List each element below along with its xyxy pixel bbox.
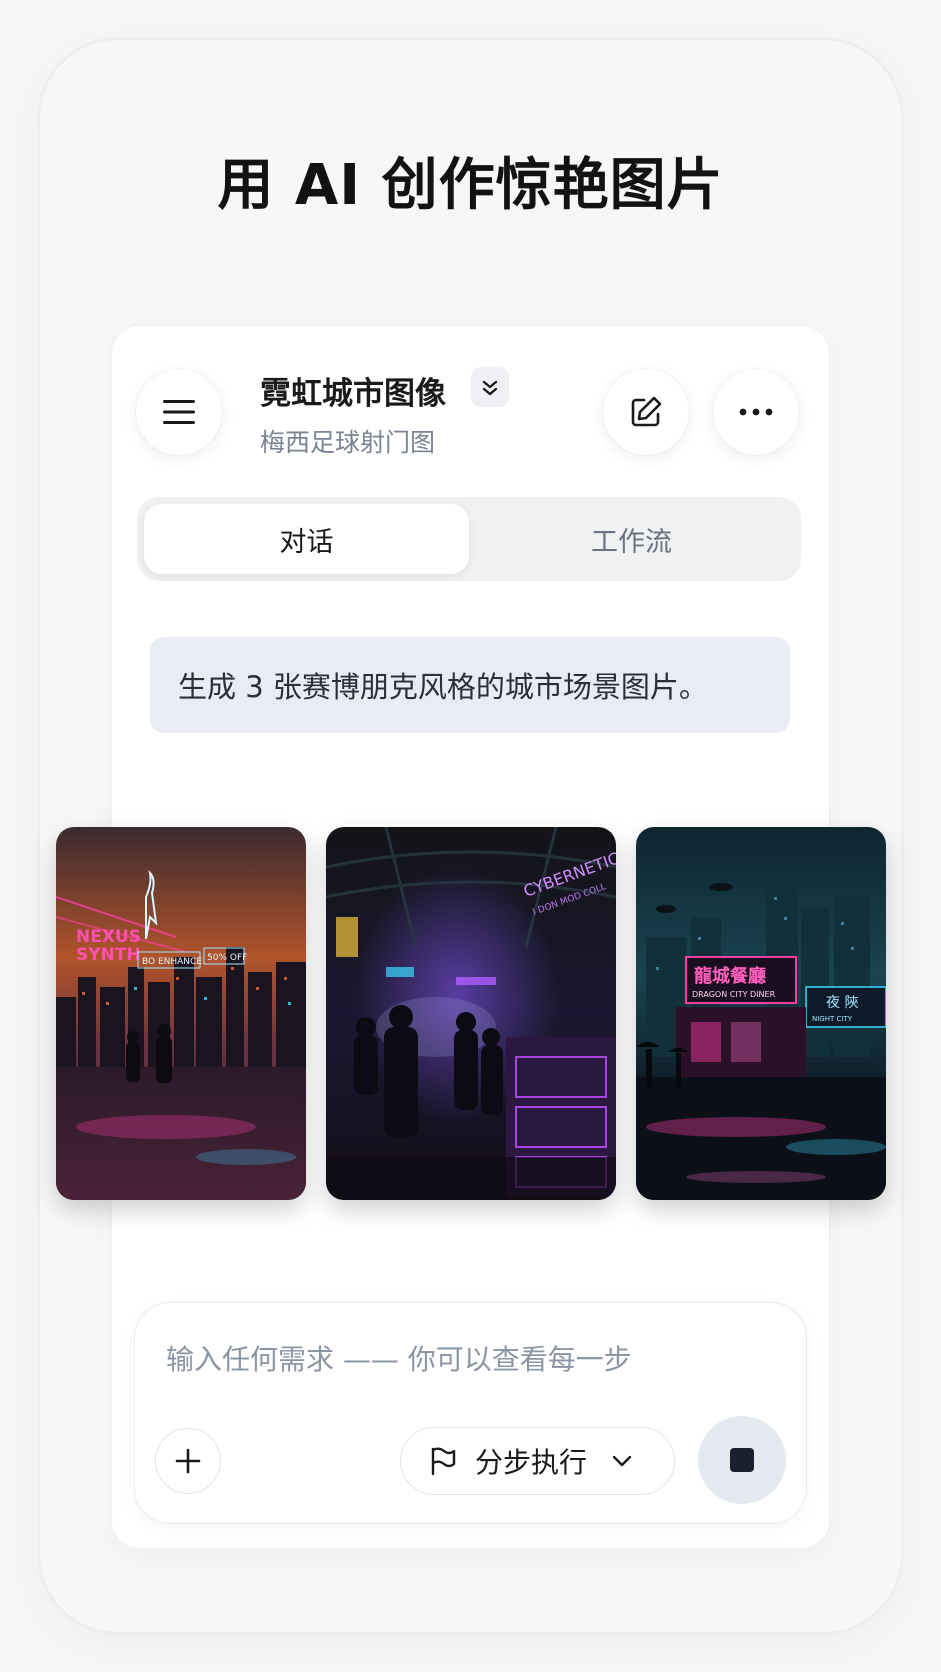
conversation-title[interactable]: 霓虹城市图像 (260, 368, 446, 413)
more-icon (739, 408, 773, 416)
svg-text:NEXUS: NEXUS (76, 927, 141, 947)
svg-text:50% OFF: 50% OFF (207, 953, 247, 963)
plus-icon (175, 1448, 201, 1474)
edit-button[interactable] (603, 369, 689, 455)
prompt-input[interactable] (164, 1336, 764, 1382)
generated-image-2[interactable]: CYBERNETICS I DON MOD COLL (326, 827, 616, 1200)
tab-workflow[interactable]: 工作流 (469, 504, 794, 574)
add-attachment-button[interactable] (155, 1428, 221, 1494)
menu-button[interactable] (136, 369, 222, 455)
edit-icon (631, 396, 662, 427)
svg-text:龍城餐廳: 龍城餐廳 (694, 965, 766, 987)
execution-mode-label: 分步执行 (475, 1446, 588, 1479)
stop-icon (730, 1448, 754, 1472)
svg-text:DRAGON CITY DINER: DRAGON CITY DINER (692, 990, 776, 999)
chevron-updown-icon (482, 380, 498, 396)
more-options-button[interactable] (713, 369, 799, 455)
conversation-subtitle: 梅西足球射门图 (260, 428, 436, 457)
menu-icon (163, 400, 195, 424)
mode-tabs: 对话 工作流 (137, 497, 801, 581)
execution-mode-select[interactable]: 分步执行 (400, 1427, 675, 1495)
title-dropdown-button[interactable] (471, 367, 509, 407)
stop-button[interactable] (698, 1416, 786, 1504)
flag-icon (431, 1447, 456, 1476)
svg-text:SYNTH: SYNTH (76, 945, 141, 965)
generated-image-3[interactable]: 龍城餐廳 DRAGON CITY DINER 夜 陝 NIGHT CITY (636, 827, 886, 1200)
tab-chat[interactable]: 对话 (144, 504, 469, 574)
user-message-bubble: 生成 3 张赛博朋克风格的城市场景图片。 (150, 637, 790, 733)
svg-text:夜 陝: 夜 陝 (826, 995, 858, 1011)
svg-text:BO ENHANCE: BO ENHANCE (142, 957, 202, 967)
hero-title: 用 AI 创作惊艳图片 (217, 153, 724, 218)
generated-image-1[interactable]: NEXUS SYNTH BO ENHANCE 50% OFF (56, 827, 306, 1200)
svg-text:NIGHT CITY: NIGHT CITY (812, 1015, 853, 1023)
chevron-down-icon (611, 1454, 633, 1468)
